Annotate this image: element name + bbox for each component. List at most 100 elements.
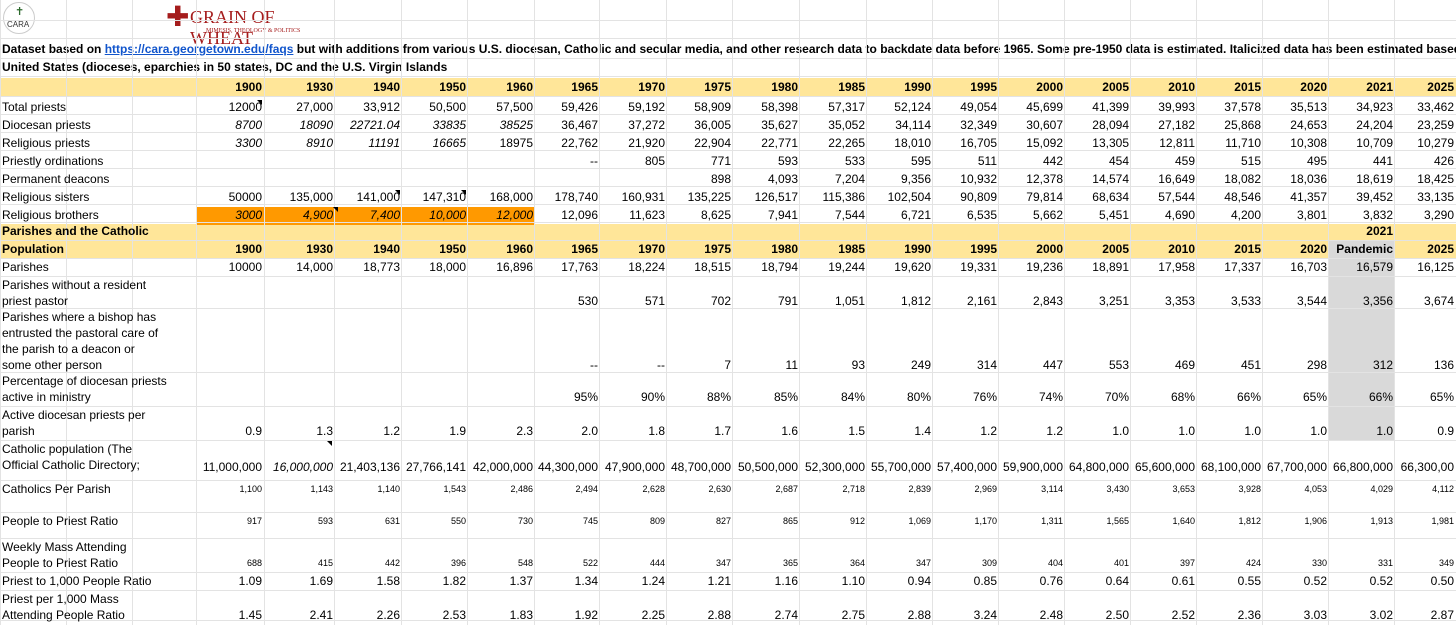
data-cell: 135,000: [289, 190, 333, 204]
data-cell: 16,703: [1290, 260, 1327, 274]
data-cell: 7: [724, 358, 731, 372]
data-cell: 6,721: [900, 208, 931, 222]
data-cell: 90%: [640, 390, 665, 404]
cara-logo: ✝ CARA: [3, 2, 35, 34]
data-cell: 27,182: [1158, 118, 1195, 132]
data-cell: 865: [782, 516, 798, 526]
data-cell: 23,259: [1417, 118, 1454, 132]
data-cell: 511: [977, 154, 997, 168]
data-cell: 18090: [299, 118, 333, 132]
row-label: active in ministry: [2, 390, 91, 404]
data-cell: 444: [649, 558, 665, 568]
data-cell: 415: [317, 558, 333, 568]
data-cell: 688: [246, 558, 262, 568]
year-header: 2005: [1102, 80, 1129, 94]
data-cell: 3,430: [1106, 484, 1129, 494]
data-cell: 401: [1113, 558, 1129, 568]
data-cell: 50,500: [429, 100, 466, 114]
data-cell: 2.88: [907, 608, 931, 622]
data-cell: 533: [844, 154, 865, 168]
data-cell: 10,709: [1356, 136, 1393, 150]
year-header: 1960: [506, 242, 533, 256]
data-cell: 5,662: [1032, 208, 1063, 222]
data-cell: 35,052: [828, 118, 865, 132]
cara-faqs-link[interactable]: https://cara.georgetown.edu/faqs: [105, 42, 294, 56]
data-cell: 447: [1042, 358, 1063, 372]
data-cell: 44,300,000: [537, 460, 598, 474]
data-cell: 16,649: [1158, 172, 1195, 186]
data-cell: 50000: [228, 190, 262, 204]
data-cell: 19,244: [828, 260, 865, 274]
data-cell: 18,425: [1417, 172, 1454, 186]
data-cell: 1,565: [1106, 516, 1129, 526]
year-header: 1970: [638, 242, 665, 256]
data-cell: 1.83: [509, 608, 533, 622]
year-header: 1940: [373, 80, 400, 94]
data-cell: 1.2: [980, 424, 997, 438]
data-cell: 1,543: [443, 484, 466, 494]
year-header: 2000: [1036, 80, 1063, 94]
data-cell: 451: [1240, 358, 1261, 372]
cara-logo-text: CARA: [7, 20, 30, 29]
data-cell: 18,515: [694, 260, 731, 274]
year-header: 2025: [1427, 80, 1454, 94]
data-cell: 330: [1311, 558, 1327, 568]
data-cell: 1,143: [310, 484, 333, 494]
comment-indicator: [333, 207, 338, 212]
year-header: 1970: [638, 80, 665, 94]
data-cell: 3,832: [1362, 208, 1393, 222]
data-cell: 249: [910, 358, 931, 372]
data-cell: 90,809: [960, 190, 997, 204]
data-cell: 24,653: [1290, 118, 1327, 132]
section-title: Parishes and the Catholic: [2, 224, 149, 238]
data-cell: --: [590, 154, 598, 168]
row-label: Priest per 1,000 Mass: [2, 592, 119, 606]
data-cell: 7,544: [834, 208, 865, 222]
spreadsheet: ✝ CARA ✚ GRAIN OF WHEAT MIMESIS, THEOLOG…: [0, 0, 1456, 625]
data-cell: 791: [777, 294, 798, 308]
data-cell: 365: [782, 558, 798, 568]
year-header: 1985: [838, 80, 865, 94]
data-cell: 10,932: [960, 172, 997, 186]
data-cell: 18,224: [628, 260, 665, 274]
data-cell: --: [590, 358, 598, 372]
data-cell: 2.36: [1237, 608, 1261, 622]
year-header: 2010: [1168, 80, 1195, 94]
data-cell: 2.88: [707, 608, 731, 622]
data-cell: 3,928: [1238, 484, 1261, 494]
data-cell: 68,634: [1092, 190, 1129, 204]
data-cell: 442: [1042, 154, 1063, 168]
data-cell: 9,356: [900, 172, 931, 186]
data-cell: 702: [710, 294, 731, 308]
data-cell: 1.21: [707, 574, 731, 588]
data-cell: 442: [384, 558, 400, 568]
data-cell: 571: [644, 294, 665, 308]
data-cell: 548: [517, 558, 533, 568]
data-cell: 12,096: [561, 208, 598, 222]
row-label: priest pastor: [2, 294, 69, 308]
data-cell: 593: [317, 516, 333, 526]
data-cell: 3.02: [1369, 608, 1393, 622]
data-cell: 314: [976, 358, 997, 372]
data-cell: 33,462: [1417, 100, 1454, 114]
data-cell: 396: [450, 558, 466, 568]
data-cell: 11,623: [629, 208, 665, 222]
data-cell: 21,920: [628, 136, 665, 150]
data-cell: 24,204: [1356, 118, 1393, 132]
data-cell: 35,627: [761, 118, 798, 132]
data-cell: 15,092: [1026, 136, 1063, 150]
year-header: 2020: [1300, 80, 1327, 94]
data-cell: 35,513: [1290, 100, 1327, 114]
grid-row-line: [0, 276, 1456, 277]
data-cell: 1.6: [781, 424, 798, 438]
data-cell: 1.16: [774, 574, 798, 588]
year-header: 2000: [1036, 242, 1063, 256]
row-label: Attending People Ratio: [2, 608, 125, 622]
data-cell: 3,544: [1296, 294, 1327, 308]
data-cell: 2.25: [641, 608, 665, 622]
data-cell: 595: [910, 154, 931, 168]
data-cell: 397: [1179, 558, 1195, 568]
scope-description: United States (dioceses, eparchies in 50…: [2, 60, 448, 74]
data-cell: 4,200: [1230, 208, 1261, 222]
data-cell: 8700: [235, 118, 262, 132]
